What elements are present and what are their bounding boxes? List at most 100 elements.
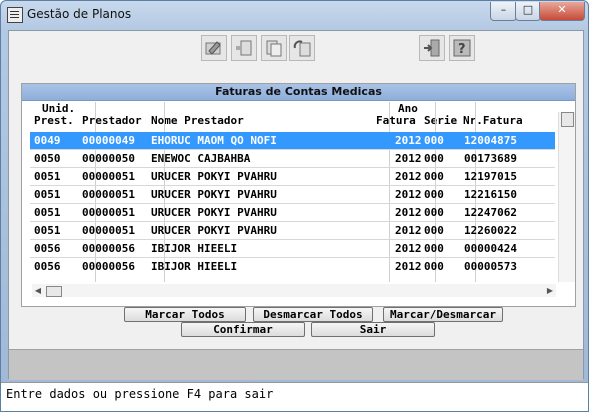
minimize-button[interactable]: – (490, 2, 517, 21)
title-bar: Gestão de Planos – □ ✕ (1, 1, 588, 29)
cell-unid: 0056 (34, 242, 61, 255)
client-area: ? Faturas de Contas Medicas Unid. Prest.… (8, 30, 584, 380)
cell-ano: 2012 (395, 188, 422, 201)
table-row[interactable]: 0056 00000056 IBIJOR HIEELI 2012 000 00000424 (30, 240, 555, 258)
maximize-button[interactable]: □ (515, 2, 541, 21)
exit-door-icon (424, 39, 440, 57)
cell-ano: 2012 (395, 260, 422, 273)
cell-unid: 0051 (34, 224, 61, 237)
invoice-grid: Faturas de Contas Medicas Unid. Prest. P… (21, 83, 576, 307)
cell-nome: IBIJOR HIEELI (151, 242, 238, 255)
cell-nome: IBIJOR HIEELI (151, 260, 238, 273)
header-prestador: Prestador (82, 114, 142, 127)
copy-button[interactable] (261, 35, 287, 61)
app-icon (7, 7, 23, 23)
cell-prest: 00000051 (82, 170, 135, 183)
maximize-icon: □ (522, 3, 534, 16)
cell-nome: URUCER POKYI PVAHRU (151, 206, 277, 219)
cell-serie: 000 (424, 170, 444, 183)
cell-unid: 0051 (34, 206, 61, 219)
cell-prest: 00000051 (82, 224, 135, 237)
status-text: Entre dados ou pressione F4 para sair (6, 387, 274, 401)
table-row[interactable]: 0051 00000051 URUCER POKYI PVAHRU 2012 000 12… (30, 168, 555, 186)
cell-nr: 12004875 (464, 134, 517, 147)
cell-nome: EHORUC MAOM QO NOFI (151, 134, 277, 147)
cell-nr: 12247062 (464, 206, 517, 219)
cell-prest: 00000049 (82, 134, 135, 147)
marcar-todos-button[interactable]: Marcar Todos (124, 307, 246, 322)
help-button[interactable]: ? (449, 35, 475, 61)
sair-button[interactable]: Sair (311, 322, 435, 337)
table-row[interactable]: 0056 00000056 IBIJOR HIEELI 2012 000 00000573 (30, 258, 555, 276)
table-row[interactable]: 0051 00000051 URUCER POKYI PVAHRU 2012 000 12… (30, 204, 555, 222)
copy-icon (266, 40, 282, 57)
cell-nr: 12197015 (464, 170, 517, 183)
horizontal-scrollbar[interactable]: ◀ ▶ (32, 284, 556, 297)
cell-ano: 2012 (395, 134, 422, 147)
message-area (9, 349, 583, 380)
cell-prest: 00000051 (82, 206, 135, 219)
scroll-right-arrow-icon[interactable]: ▶ (544, 284, 556, 297)
cell-serie: 000 (424, 224, 444, 237)
desmarcar-todos-button[interactable]: Desmarcar Todos (253, 307, 373, 322)
cell-ano: 2012 (395, 206, 422, 219)
cell-unid: 0051 (34, 188, 61, 201)
table-row[interactable]: 0049 00000049 EHORUC MAOM QO NOFI 2012 000 12… (30, 132, 555, 150)
cell-nr: 00000424 (464, 242, 517, 255)
cell-ano: 2012 (395, 224, 422, 237)
main-window: Gestão de Planos – □ ✕ ? Faturas de Cont… (0, 0, 589, 412)
vertical-scroll-thumb[interactable] (561, 112, 574, 127)
cell-serie: 000 (424, 134, 444, 147)
header-ano-line2: Fatura (376, 114, 416, 127)
cell-serie: 000 (424, 152, 444, 165)
horizontal-scroll-thumb[interactable] (46, 286, 62, 297)
cell-unid: 0056 (34, 260, 61, 273)
grid-header: Unid. Prest. Prestador Nome Prestador An… (30, 102, 555, 130)
cell-nr: 00000573 (464, 260, 517, 273)
cell-ano: 2012 (395, 152, 422, 165)
status-bar: Entre dados ou pressione F4 para sair (1, 382, 588, 411)
cell-nr: 12260022 (464, 224, 517, 237)
grid-title: Faturas de Contas Medicas (22, 84, 575, 101)
close-button[interactable]: ✕ (539, 2, 585, 21)
scroll-left-arrow-icon[interactable]: ◀ (32, 284, 44, 297)
edit-icon (205, 41, 221, 55)
cell-serie: 000 (424, 260, 444, 273)
cell-unid: 0049 (34, 134, 61, 147)
confirmar-button[interactable]: Confirmar (181, 322, 305, 337)
refresh-icon (293, 40, 311, 57)
cell-unid: 0051 (34, 170, 61, 183)
header-nr-fatura: Nr.Fatura (463, 114, 523, 127)
cell-prest: 00000051 (82, 188, 135, 201)
close-icon: ✕ (557, 3, 567, 16)
print-icon (236, 40, 252, 56)
refresh-button[interactable] (289, 35, 315, 61)
table-row[interactable]: 0050 00000050 ENEWOC CAJBAHBA 2012 000 001736… (30, 150, 555, 168)
edit-button[interactable] (201, 35, 227, 61)
vertical-scrollbar[interactable] (558, 112, 575, 282)
cell-serie: 000 (424, 206, 444, 219)
exit-button[interactable] (419, 35, 445, 61)
cell-nr: 12216150 (464, 188, 517, 201)
help-icon: ? (453, 39, 471, 57)
cell-ano: 2012 (395, 242, 422, 255)
svg-text:?: ? (458, 42, 466, 57)
cell-nome: ENEWOC CAJBAHBA (151, 152, 251, 165)
window-title: Gestão de Planos (27, 7, 132, 21)
cell-prest: 00000050 (82, 152, 135, 165)
cell-prest: 00000056 (82, 242, 135, 255)
cell-unid: 0050 (34, 152, 61, 165)
cell-nome: URUCER POKYI PVAHRU (151, 188, 277, 201)
cell-prest: 00000056 (82, 260, 135, 273)
table-row[interactable]: 0051 00000051 URUCER POKYI PVAHRU 2012 000 12… (30, 222, 555, 240)
cell-nome: URUCER POKYI PVAHRU (151, 224, 277, 237)
marcar-desmarcar-button[interactable]: Marcar/Desmarcar (383, 307, 503, 322)
print-button[interactable] (231, 35, 257, 61)
minimize-icon: – (500, 3, 507, 16)
header-serie: Serie (424, 114, 458, 127)
cell-serie: 000 (424, 188, 444, 201)
cell-serie: 000 (424, 242, 444, 255)
table-row[interactable]: 0051 00000051 URUCER POKYI PVAHRU 2012 000 12… (30, 186, 555, 204)
cell-ano: 2012 (395, 170, 422, 183)
cell-nr: 00173689 (464, 152, 517, 165)
